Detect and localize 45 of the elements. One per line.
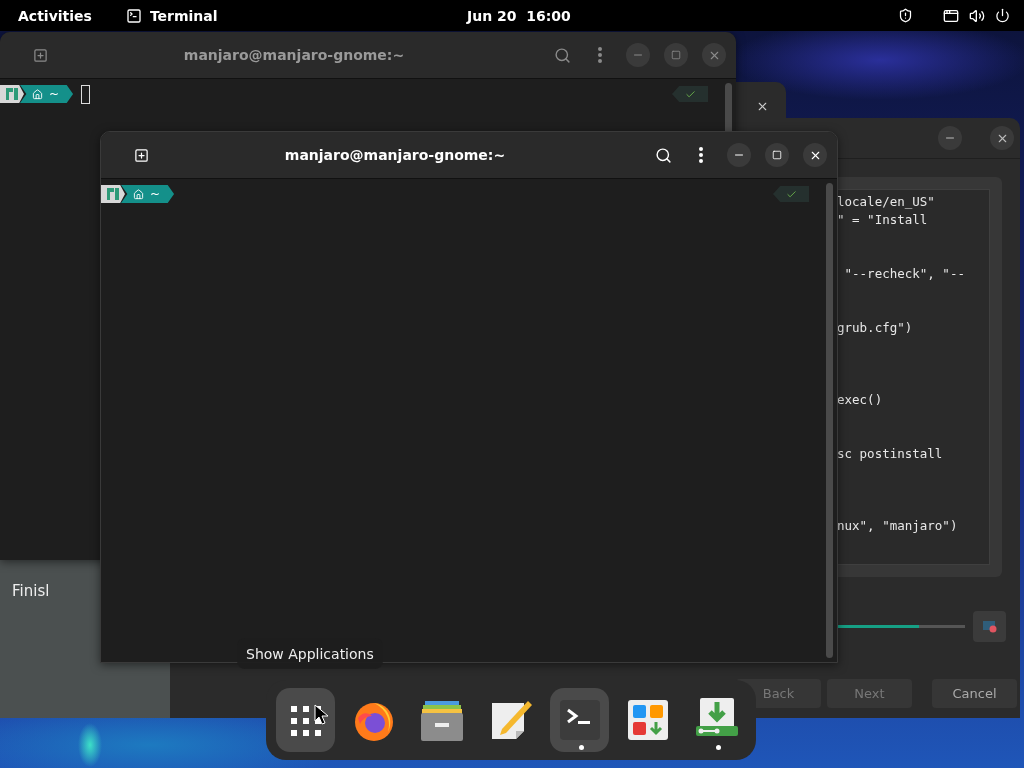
directory-text: ~ (150, 187, 161, 201)
maximize-icon (772, 150, 782, 160)
power-icon[interactable] (995, 8, 1010, 23)
distro-logo-icon (101, 185, 125, 203)
directory-text: ~ (49, 87, 60, 101)
screen-icon[interactable] (943, 7, 959, 24)
minimize-button[interactable] (727, 143, 751, 167)
search-icon (654, 146, 672, 164)
step-label: Finisl (11, 582, 51, 600)
activities-button[interactable]: Activities (18, 7, 92, 24)
plus-square-icon (133, 147, 149, 163)
close-button[interactable] (990, 126, 1014, 150)
scrollbar[interactable] (826, 183, 833, 658)
file-cabinet-icon (421, 699, 464, 741)
app-menu[interactable]: Terminal (125, 7, 218, 24)
running-dot (716, 745, 722, 750)
terminal-icon (125, 7, 142, 24)
menu-icon (598, 47, 602, 63)
maximize-button[interactable] (765, 143, 789, 167)
status-check-icon (672, 86, 708, 102)
search-icon (553, 46, 571, 64)
pencil-note-icon (490, 699, 532, 741)
terminal-icon (559, 700, 600, 740)
app-store-icon (628, 700, 669, 740)
plus-square-icon (32, 47, 48, 63)
toggle-log-button[interactable] (973, 611, 1006, 642)
menu-icon (699, 147, 703, 163)
home-icon (133, 188, 144, 200)
distro-logo-icon (0, 85, 24, 103)
monitor-alert-icon (982, 620, 997, 633)
dock-item[interactable] (550, 688, 609, 752)
close-button[interactable] (803, 143, 827, 167)
dock-item[interactable] (276, 688, 335, 752)
window-title: manjaro@manjaro-gnome:~ (182, 47, 406, 63)
maximize-icon (671, 50, 681, 60)
shield-icon[interactable] (898, 8, 913, 23)
home-icon (32, 88, 43, 100)
wizard-button[interactable]: Cancel (932, 679, 1017, 708)
running-dot (579, 745, 585, 750)
mouse-pointer-icon (314, 704, 330, 726)
minimize-button[interactable] (938, 126, 962, 150)
volume-icon[interactable] (969, 7, 985, 24)
status-check-icon (773, 186, 809, 202)
clock[interactable]: Jun 20 16:00 (467, 7, 571, 24)
window-title: manjaro@manjaro-gnome:~ (283, 147, 507, 163)
